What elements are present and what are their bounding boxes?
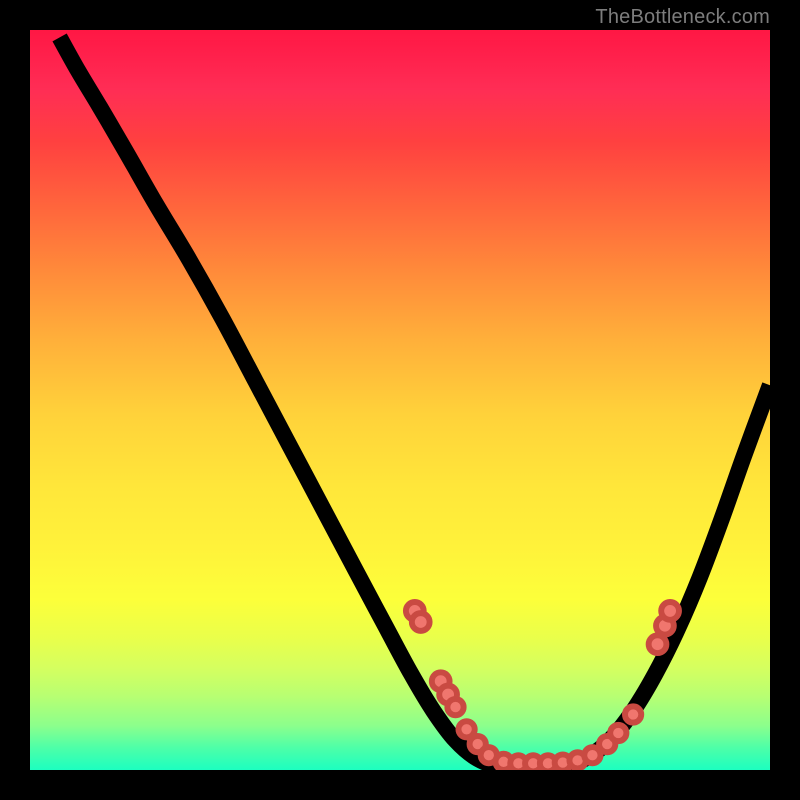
sample-dot: [447, 699, 463, 715]
sample-dot: [584, 747, 600, 763]
sample-dot: [412, 613, 430, 631]
sample-dot: [406, 602, 424, 620]
sample-dot: [610, 725, 626, 741]
plot-area: [30, 30, 770, 770]
sample-dot: [661, 602, 679, 620]
sample-dot: [656, 617, 674, 635]
sample-dot: [458, 721, 474, 737]
watermark-text: TheBottleneck.com: [595, 6, 770, 29]
chart-frame: TheBottleneck.com: [0, 0, 800, 800]
sample-dot: [481, 747, 497, 763]
sample-dot: [555, 754, 571, 770]
sample-dot: [625, 706, 641, 722]
sample-dot: [495, 754, 511, 770]
sample-dots: [406, 602, 679, 770]
sample-dot: [649, 635, 667, 653]
sample-dot: [599, 736, 615, 752]
sample-dot: [470, 736, 486, 752]
sample-dot: [432, 672, 450, 690]
bottleneck-curve: [60, 37, 770, 768]
sample-dot: [439, 686, 457, 704]
sample-dot: [510, 755, 526, 770]
sample-dot: [525, 755, 541, 770]
chart-svg: [30, 30, 770, 770]
sample-dot: [540, 755, 556, 770]
sample-dot: [569, 752, 585, 768]
